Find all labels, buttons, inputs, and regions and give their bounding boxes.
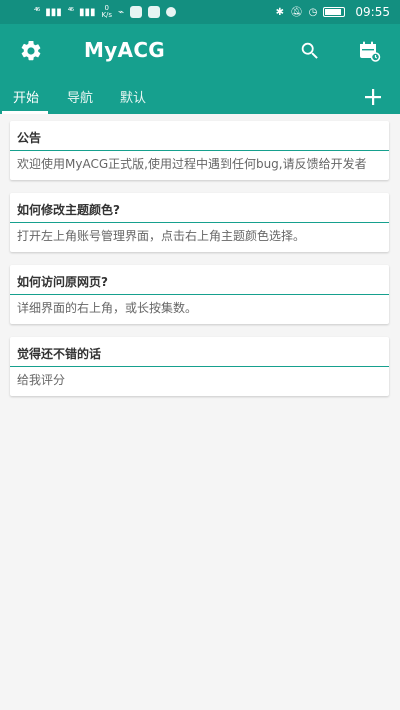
tab-default[interactable]: 默认	[120, 87, 146, 106]
silent-icon: 🔕︎	[289, 6, 303, 18]
card-rate[interactable]: 觉得还不错的话 给我评分	[10, 337, 389, 396]
add-tab-button[interactable]	[360, 84, 386, 110]
status-right: ✱ 🔕︎ ◷ 09:55	[276, 5, 390, 19]
network-speed: 0 K/s	[101, 5, 112, 19]
status-left: ⁴⁶ ▮▮▮ ⁴⁶ ▮▮▮ 0 K/s ⌁	[34, 5, 177, 19]
signal-bars-icon: ▮▮▮	[45, 6, 62, 18]
signal-icon-2: ⁴⁶	[67, 7, 74, 17]
card-body: 详细界面的右上角，或长按集数。	[17, 301, 198, 315]
card-announcement[interactable]: 公告 欢迎使用MyACG正式版,使用过程中遇到任何bug,请反馈给开发者	[10, 121, 389, 180]
card-title: 如何修改主题颜色?	[10, 193, 389, 223]
card-title: 公告	[10, 121, 389, 151]
card-theme-color[interactable]: 如何修改主题颜色? 打开左上角账号管理界面，点击右上角主题颜色选择。	[10, 193, 389, 252]
search-icon	[301, 42, 318, 59]
app-title: MyACG	[84, 38, 166, 62]
schedule-button[interactable]	[345, 27, 393, 75]
card-original-page[interactable]: 如何访问原网页? 详细界面的右上角，或长按集数。	[10, 265, 389, 324]
signal-icon: ⁴⁶	[34, 7, 40, 17]
speed-unit: K/s	[101, 11, 113, 19]
signal-bars-icon-2: ▮▮▮	[78, 6, 96, 18]
card-body: 欢迎使用MyACG正式版,使用过程中遇到任何bug,请反馈给开发者	[17, 157, 367, 171]
notification-icon-3	[166, 7, 177, 17]
gear-icon	[21, 40, 41, 61]
card-title: 如何访问原网页?	[10, 265, 389, 295]
status-time: 09:55	[355, 5, 390, 19]
search-button[interactable]	[286, 27, 334, 75]
card-list: 公告 欢迎使用MyACG正式版,使用过程中遇到任何bug,请反馈给开发者 如何修…	[10, 121, 389, 409]
app-bar: MyACG	[0, 24, 400, 78]
notification-icon-2	[148, 6, 161, 18]
tab-start[interactable]: 开始	[13, 87, 39, 106]
settings-button[interactable]	[7, 27, 55, 75]
calendar-icon	[360, 41, 381, 62]
plus-icon	[365, 89, 381, 105]
card-body: 给我评分	[17, 373, 66, 387]
battery-icon	[323, 7, 346, 17]
tab-bar: 开始 导航 默认	[0, 78, 400, 114]
card-title: 觉得还不错的话	[10, 337, 389, 367]
alarm-icon: ◷	[308, 6, 318, 18]
tab-navigation[interactable]: 导航	[67, 87, 93, 106]
bluetooth-icon: ✱	[275, 6, 284, 18]
tab-indicator	[2, 111, 48, 114]
notification-icon	[130, 6, 143, 18]
status-bar: ⁴⁶ ▮▮▮ ⁴⁶ ▮▮▮ 0 K/s ⌁ ✱ 🔕︎ ◷ 09:55	[0, 0, 400, 24]
usb-icon: ⌁	[118, 6, 125, 18]
card-body: 打开左上角账号管理界面，点击右上角主题颜色选择。	[17, 229, 306, 243]
